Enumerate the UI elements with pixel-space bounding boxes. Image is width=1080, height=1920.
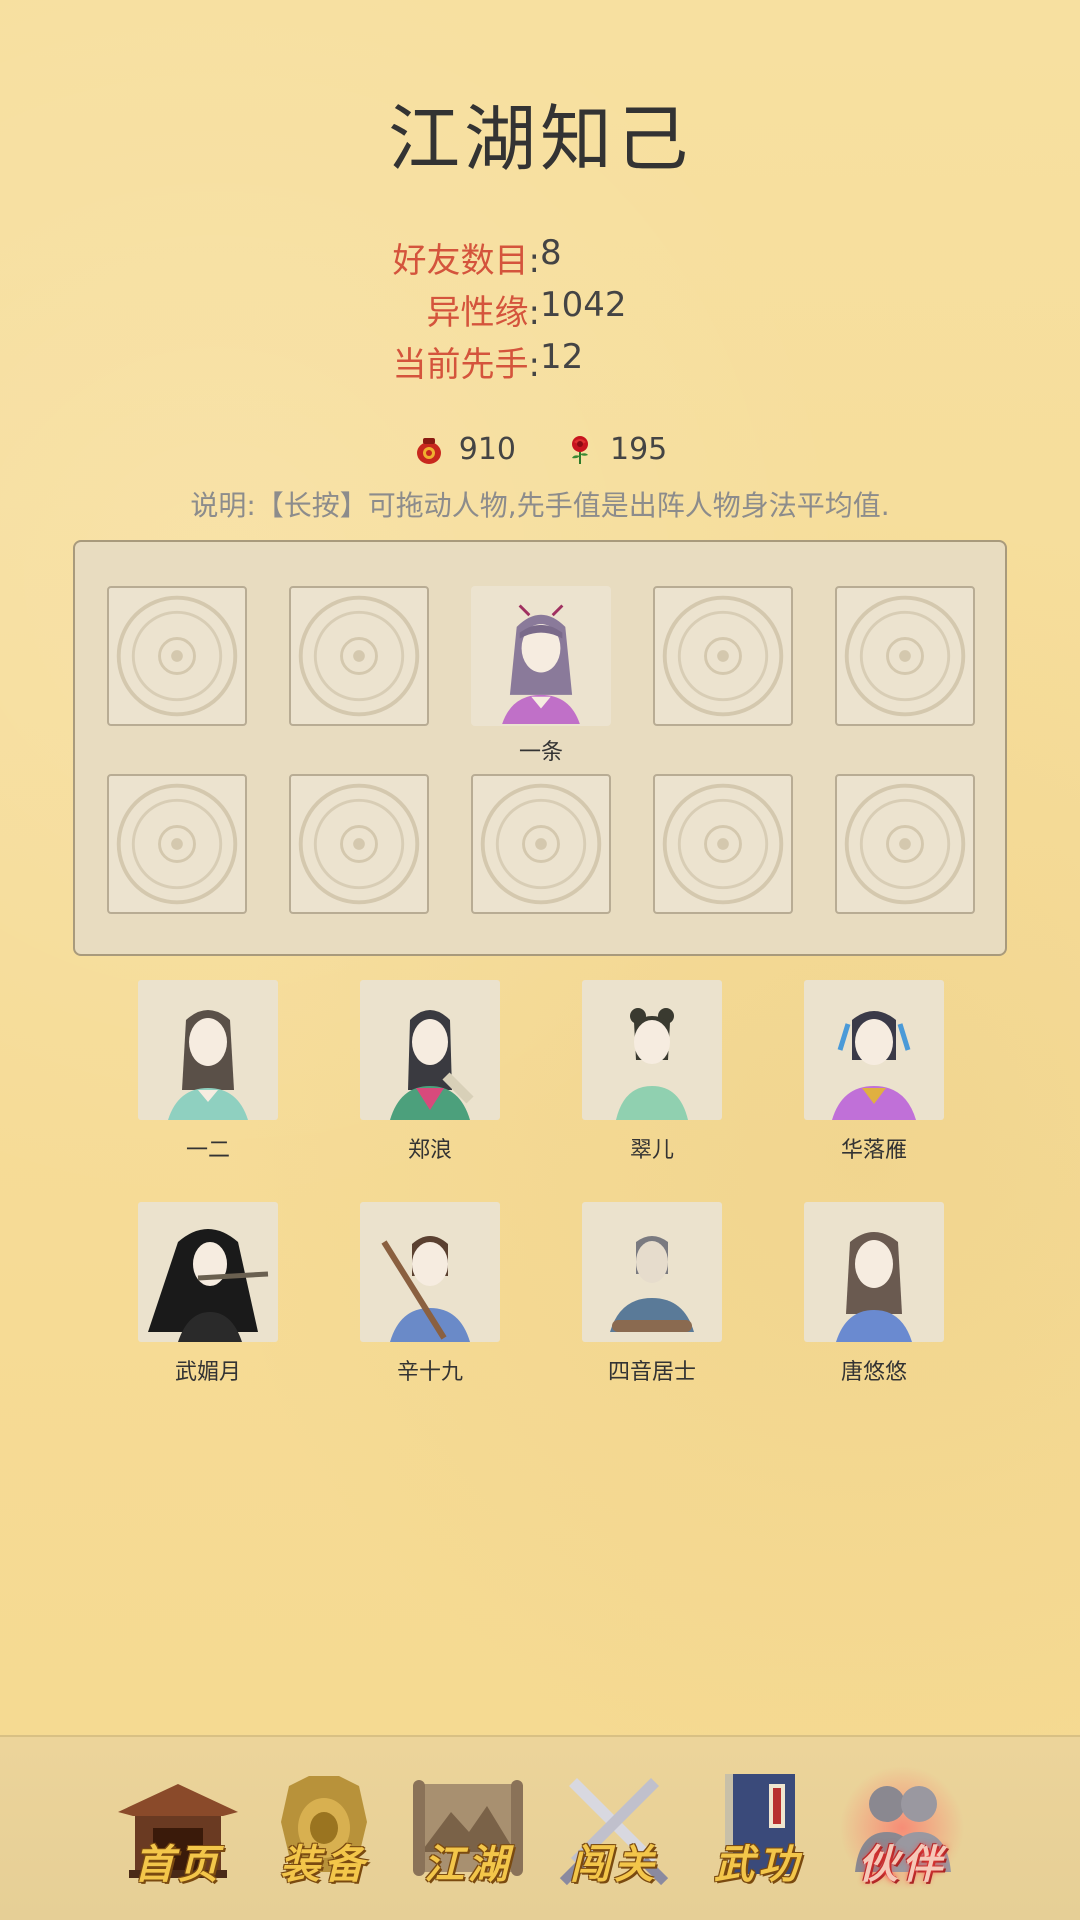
companion-card[interactable] [804, 1202, 944, 1342]
companion-name: 唐悠悠 [840, 1360, 907, 1385]
portrait-purple-robe-icon [832, 1011, 916, 1120]
bronze-mirror-icon [844, 783, 966, 905]
red-rose-icon [572, 435, 588, 464]
bronze-mirror-icon [662, 595, 784, 717]
companion-name: 四音居士 [607, 1360, 696, 1385]
bronze-mirror-icon [116, 783, 238, 905]
stat-value: 8 [540, 233, 562, 273]
nav-label: 首页 [134, 1841, 222, 1888]
formation-slot-empty[interactable] [653, 774, 793, 914]
bronze-mirror-icon [662, 783, 784, 905]
companion-card[interactable] [138, 980, 278, 1120]
portrait-flute-player-icon [148, 1229, 269, 1342]
stat-value: 12 [540, 337, 584, 377]
portrait-green-robe-icon [390, 1010, 474, 1120]
nav-jianghu[interactable]: 江湖 [403, 1762, 533, 1902]
red-jar-icon [416, 437, 441, 464]
nav-martial-arts[interactable]: 武功 [693, 1762, 823, 1902]
companion-name: 武媚月 [174, 1360, 241, 1385]
resource-rose: 195 [564, 432, 667, 467]
portrait-blue-dress-icon [836, 1232, 912, 1342]
companion-name: 翠儿 [629, 1138, 674, 1163]
companion-name: 辛十九 [396, 1360, 463, 1385]
companion-card[interactable] [582, 1202, 722, 1342]
companion-card[interactable] [582, 980, 722, 1120]
resource-bar: 910 195 [0, 432, 1080, 467]
formation-board: 一条 [73, 540, 1007, 956]
nav-label: 装备 [280, 1841, 368, 1888]
portrait-hermit-icon [610, 1236, 694, 1332]
formation-slot-name: 一条 [518, 740, 563, 765]
portrait-purple-hair-icon [473, 588, 609, 724]
stat-charm: 异性缘: 1042 [426, 285, 627, 333]
bronze-mirror-icon [298, 783, 420, 905]
bronze-mirror-icon [298, 595, 420, 717]
companion-card[interactable] [360, 1202, 500, 1342]
stat-friend-count: 好友数目: 8 [392, 233, 562, 281]
stat-label: 异性缘 [426, 293, 529, 333]
companion-name: 一二 [185, 1138, 230, 1163]
nav-equipment[interactable]: 装备 [259, 1762, 389, 1902]
bronze-mirror-icon [844, 595, 966, 717]
formation-slot-empty[interactable] [653, 586, 793, 726]
page-title: 江湖知己 [387, 97, 692, 181]
companion-card[interactable] [138, 1202, 278, 1342]
nav-label: 闯关 [570, 1841, 658, 1888]
formation-slot-empty[interactable] [107, 774, 247, 914]
nav-home[interactable]: 首页 [113, 1762, 243, 1902]
resource-value: 195 [610, 432, 668, 467]
nav-label: 江湖 [424, 1841, 512, 1888]
companion-card[interactable] [804, 980, 944, 1120]
formation-slot-empty[interactable] [289, 774, 429, 914]
formation-slot-occupied[interactable] [471, 586, 611, 726]
formation-slot-empty[interactable] [835, 586, 975, 726]
nav-label: 武功 [714, 1841, 802, 1888]
bottom-nav: 首页 装备 江湖 闯关 武功 伙伴 [0, 1735, 1080, 1920]
nav-label: 伙伴 [858, 1841, 946, 1888]
stat-initiative: 当前先手: 12 [392, 337, 584, 385]
companion-card[interactable] [360, 980, 500, 1120]
resource-value: 910 [458, 432, 516, 467]
formation-slot-empty[interactable] [835, 774, 975, 914]
formation-slot-empty[interactable] [471, 774, 611, 914]
resource-jar: 910 [413, 432, 516, 467]
formation-slot-empty[interactable] [107, 586, 247, 726]
nav-challenge[interactable]: 闯关 [549, 1762, 679, 1902]
formation-slot-empty[interactable] [289, 586, 429, 726]
bronze-mirror-icon [116, 595, 238, 717]
stat-label: 当前先手 [392, 345, 529, 385]
stat-value: 1042 [540, 285, 627, 325]
instruction-note: 说明:【长按】可拖动人物,先手值是出阵人物身法平均值. [190, 489, 890, 522]
portrait-blue-robe-staff-icon [381, 1236, 470, 1342]
portrait-maid-icon [616, 1008, 688, 1120]
companion-name: 华落雁 [840, 1138, 907, 1163]
bronze-mirror-icon [480, 783, 602, 905]
companion-name: 郑浪 [407, 1138, 452, 1163]
nav-companions[interactable]: 伙伴 [837, 1762, 967, 1902]
stat-label: 好友数目 [392, 241, 529, 281]
portrait-teal-robe-icon [168, 1010, 248, 1120]
